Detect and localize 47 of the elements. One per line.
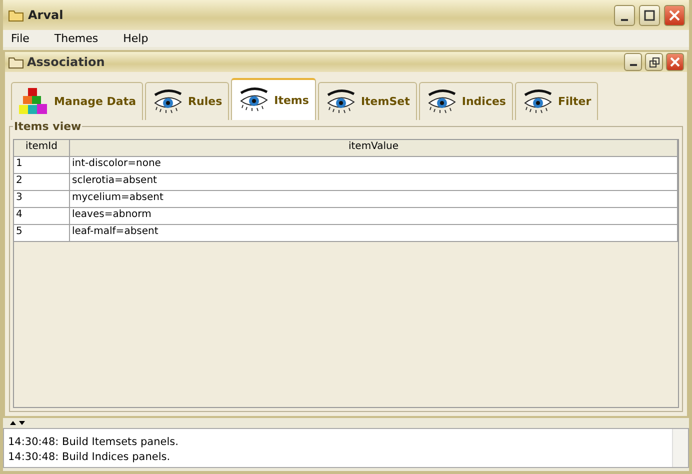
minimize-button[interactable] [624, 53, 642, 71]
table-cell: 4 [14, 208, 70, 224]
close-icon [670, 57, 680, 67]
tab[interactable]: Manage Data [11, 82, 144, 120]
eye-icon [238, 86, 270, 114]
window-title: Arval [28, 8, 64, 22]
scrollbar[interactable] [672, 429, 688, 467]
frame-title: Association [27, 55, 105, 69]
eye-icon [426, 88, 458, 116]
minimize-icon [630, 64, 636, 66]
close-icon [669, 10, 680, 20]
eye-icon [324, 88, 357, 116]
restore-icon [648, 56, 660, 68]
minimize-button[interactable] [614, 4, 635, 26]
log-line: 14:30:48: Build Itemsets panels. [8, 435, 180, 450]
menu-item[interactable]: Themes [54, 32, 98, 45]
column-header[interactable]: itemValue [70, 140, 678, 156]
folder-icon [8, 56, 24, 68]
table-cell: leaves=abnorm [70, 208, 678, 224]
table-cell: 5 [14, 225, 70, 241]
panel-title: Items view [13, 120, 82, 133]
tab[interactable]: Indices [418, 82, 513, 120]
eye-icon [522, 88, 554, 116]
column-header[interactable]: itemId [14, 140, 70, 156]
table-cell: 1 [14, 157, 70, 173]
restore-button[interactable] [645, 53, 663, 71]
log-line: 14:30:48: Build Indices panels. [8, 450, 172, 465]
tab[interactable]: Rules [145, 82, 230, 120]
folder-icon [8, 8, 24, 22]
table-cell: mycelium=absent [70, 191, 678, 207]
menu-item[interactable]: Help [123, 32, 148, 45]
maximize-icon [644, 10, 655, 20]
close-button[interactable] [666, 53, 684, 71]
table-cell: 3 [14, 191, 70, 207]
tab[interactable]: Items [231, 78, 316, 120]
eye-icon [152, 88, 184, 116]
cubes-icon [18, 86, 50, 116]
close-button[interactable] [664, 4, 685, 26]
table-cell: int-discolor=none [70, 157, 678, 173]
maximize-button[interactable] [639, 4, 660, 26]
table-cell: sclerotia=absent [70, 174, 678, 190]
menu-item[interactable]: File [11, 32, 30, 45]
table-cell: leaf-malf=absent [70, 225, 678, 241]
table-cell: 2 [14, 174, 70, 190]
tab[interactable]: ItemSet [318, 82, 417, 120]
minimize-icon [621, 18, 628, 20]
tab[interactable]: Filter [514, 82, 598, 120]
